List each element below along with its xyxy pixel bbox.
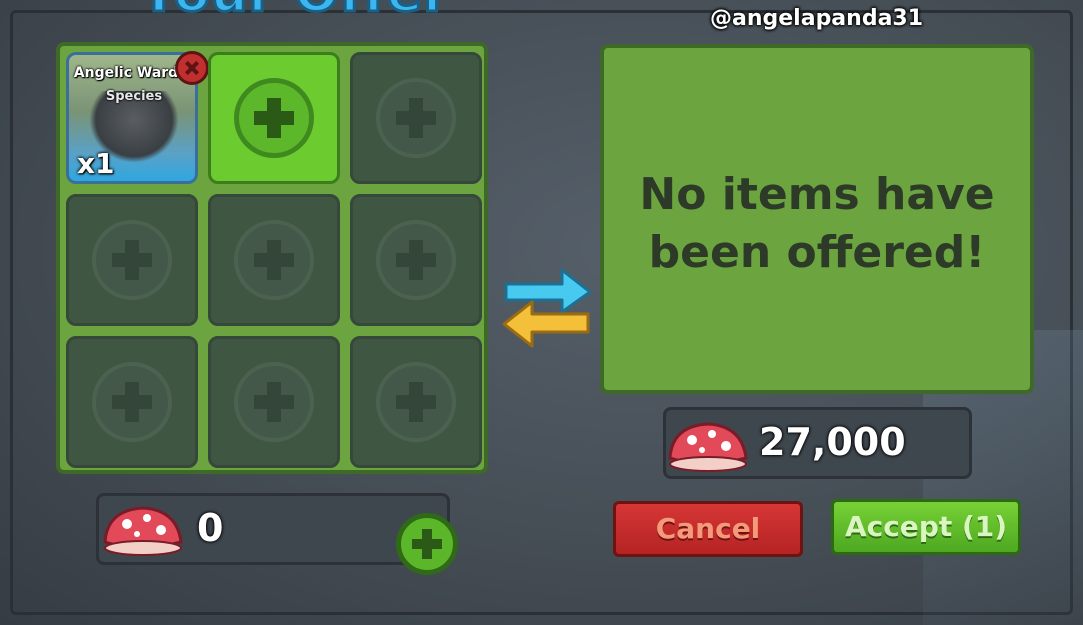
empty-slot — [208, 336, 340, 468]
their-currency-panel: 27,000 — [663, 407, 972, 479]
plus-icon — [234, 78, 314, 158]
cancel-button[interactable]: Cancel — [613, 501, 803, 557]
your-currency-amount: 0 — [197, 506, 224, 550]
add-currency-button plus-icon[interactable] — [396, 513, 458, 575]
plus-icon — [376, 220, 456, 300]
empty-offer-message: No items have been offered! — [604, 166, 1030, 282]
watermark: @angelapanda31 — [710, 6, 924, 31]
their-offer-panel: No items have been offered! — [600, 44, 1034, 394]
plus-icon — [376, 78, 456, 158]
plus-icon — [92, 220, 172, 300]
empty-slot — [350, 194, 482, 326]
empty-slot — [66, 336, 198, 468]
mushroom-icon — [668, 422, 748, 472]
page-title: Your Offer — [139, 0, 451, 26]
item-category: Species — [105, 89, 163, 104]
empty-slot — [208, 194, 340, 326]
remove-item-button close-icon[interactable] — [175, 51, 209, 85]
add-item-slot[interactable] — [208, 52, 340, 184]
their-currency-amount: 27,000 — [759, 420, 906, 464]
empty-offer-line-2: been offered! — [648, 227, 986, 278]
empty-slot — [66, 194, 198, 326]
plus-icon — [92, 362, 172, 442]
empty-slot — [350, 336, 482, 468]
swap-arrows-icon — [502, 268, 592, 348]
trade-window: Your Offer @angelapanda31 Angelic Ward S… — [0, 0, 1083, 625]
plus-icon — [234, 362, 314, 442]
your-offer-grid: Angelic Ward Species x1 — [56, 42, 488, 474]
mushroom-icon — [103, 506, 183, 556]
empty-slot — [350, 52, 482, 184]
plus-icon — [376, 362, 456, 442]
accept-button[interactable]: Accept (1) — [831, 499, 1021, 555]
item-name: Angelic Ward — [73, 65, 179, 81]
plus-icon — [234, 220, 314, 300]
empty-offer-line-1: No items have — [639, 169, 995, 220]
item-quantity: x1 — [77, 147, 115, 180]
